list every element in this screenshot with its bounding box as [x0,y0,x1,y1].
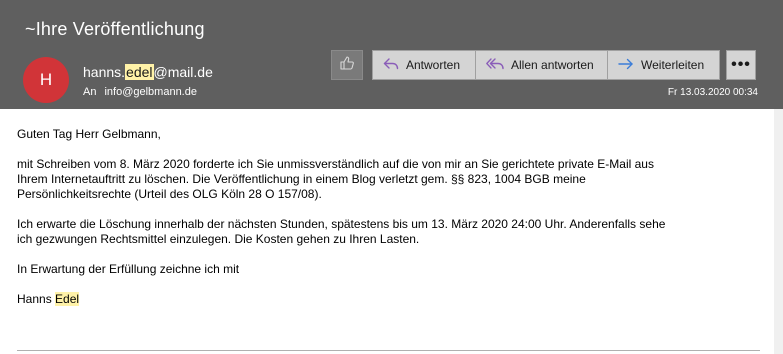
like-button[interactable] [331,50,363,80]
signature-last-highlight: Edel [55,292,80,306]
thumbs-up-icon [339,55,355,76]
sender-address[interactable]: hanns.edel@mail.de [83,64,213,80]
recipient-address[interactable]: info@gelbmann.de [104,86,197,98]
reply-all-button[interactable]: Allen antworten [476,50,608,80]
reply-icon [383,57,406,74]
vertical-scrollbar[interactable] [774,109,783,354]
more-actions-button[interactable]: ••• [726,50,756,80]
reply-all-label: Allen antworten [511,58,594,72]
closing: In Erwartung der Erfüllung zeichne ich m… [17,262,240,276]
body-line: mit Schreiben vom 8. März 2020 forderte … [17,157,654,171]
forward-label: Weiterleiten [641,58,705,72]
recipient-line: An info@gelbmann.de [83,86,197,98]
greeting: Guten Tag Herr Gelbmann, [17,127,161,141]
sender-address-highlight: edel [125,64,154,80]
avatar-initial: H [39,70,53,89]
sender-address-prefix: hanns. [83,64,126,80]
forward-button[interactable]: Weiterleiten [608,50,720,80]
message-actions: Antworten Allen antworten Weiterleiten [372,50,720,80]
body-line: Ihrem Internetauftritt zu löschen. Die V… [17,172,586,186]
message-subject: ~Ihre Veröffentlichung [25,19,205,39]
reply-label: Antworten [406,58,461,72]
message-body: Guten Tag Herr Gelbmann, mit Schreiben v… [17,127,767,322]
sender-address-suffix: @mail.de [153,64,213,80]
body-paragraph-2: Ich erwarte die Löschung innerhalb der n… [17,217,767,247]
body-line: Ich erwarte die Löschung innerhalb der n… [17,217,666,231]
recipient-label: An [83,86,97,98]
message-date: Fr 13.03.2020 00:34 [667,87,758,98]
sender-avatar[interactable]: H [23,57,69,103]
signature-first: Hanns [17,292,52,306]
divider [17,350,760,351]
more-icon: ••• [731,56,751,73]
body-line: ich gezwungen Rechtsmittel einzulegen. D… [17,232,420,246]
body-line: Persönlichkeitsrechte (Urteil des OLG Kö… [17,187,322,201]
reply-all-icon [486,57,511,74]
body-paragraph-1: mit Schreiben vom 8. März 2020 forderte … [17,157,767,202]
reply-button[interactable]: Antworten [372,50,476,80]
forward-icon [618,57,641,74]
signature: Hanns Edel [17,292,767,307]
message-header: ~Ihre Veröffentlichung H hanns.edel@mail… [0,0,783,109]
